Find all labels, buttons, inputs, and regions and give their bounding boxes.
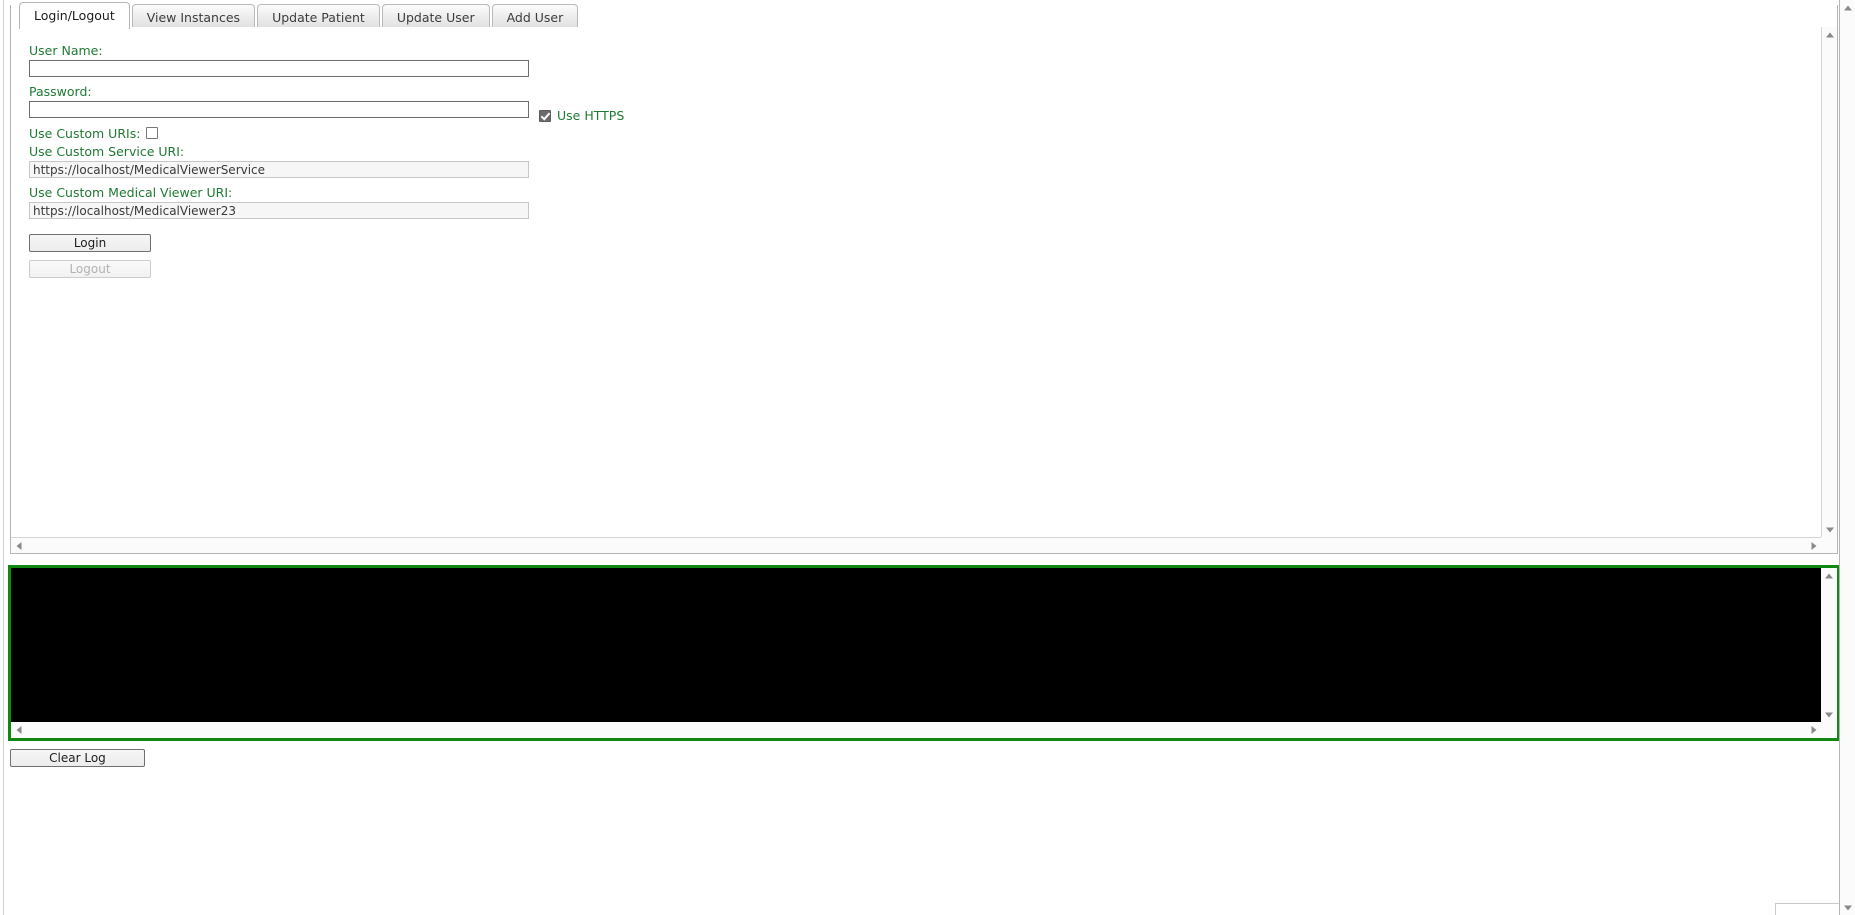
log-output[interactable] [11,568,1821,722]
log-scroll-left-button[interactable] [11,722,26,737]
tab-view-instances[interactable]: View Instances [131,4,256,29]
tab-update-patient[interactable]: Update Patient [257,4,380,29]
log-horizontal-scrollbar[interactable] [11,722,1821,738]
log-scroll-down-button[interactable] [1821,707,1836,722]
window-scroll-down-button[interactable] [1840,900,1855,915]
use-https-row: Use HTTPS [539,108,624,123]
tab-add-user[interactable]: Add User [491,4,579,29]
scroll-left-button[interactable] [11,538,26,553]
tab-strip: Login/Logout View Instances Update Patie… [11,0,1837,29]
application-window: Login/Logout View Instances Update Patie… [0,0,1855,915]
scroll-down-icon [1843,905,1852,910]
scroll-right-button[interactable] [1806,538,1821,553]
tab-label: Update User [396,10,475,25]
scroll-left-icon [16,725,21,734]
tab-label: Login/Logout [34,8,115,23]
scroll-down-icon [1824,712,1833,717]
use-custom-uris-label: Use Custom URIs: [29,125,141,141]
log-scrollbar-corner [1821,722,1837,738]
log-scroll-up-button[interactable] [1821,568,1836,583]
scroll-up-icon [1824,573,1833,578]
panel-horizontal-scrollbar[interactable] [11,537,1821,553]
use-https-checkbox[interactable] [539,109,551,122]
password-label: Password: [29,84,92,99]
logout-button[interactable]: Logout [29,260,151,278]
clear-log-button[interactable]: Clear Log [10,749,145,767]
tab-label: View Instances [146,10,241,25]
main-tab-panel: Login/Logout View Instances Update Patie… [10,2,1838,554]
use-https-label: Use HTTPS [557,108,625,123]
tab-label: Add User [506,10,564,25]
tab-update-user[interactable]: Update User [381,4,490,29]
tab-label: Update Patient [272,10,365,25]
scroll-up-icon [1825,32,1834,37]
scroll-right-icon [1811,541,1816,550]
window-left-edge [3,0,4,915]
login-button[interactable]: Login [29,234,151,252]
log-panel [8,565,1840,741]
username-input[interactable] [29,60,529,77]
password-input[interactable] [29,101,529,118]
medical-viewer-uri-label: Use Custom Medical Viewer URI: [29,185,233,200]
log-scroll-right-button[interactable] [1806,722,1821,737]
panel-vertical-scrollbar[interactable] [1821,27,1837,537]
scroll-left-icon [16,541,21,550]
window-scroll-up-button[interactable] [1840,0,1855,15]
service-uri-label: Use Custom Service URI: [29,144,185,159]
scroll-up-button[interactable] [1822,27,1837,42]
medical-viewer-uri-input[interactable] [29,202,529,219]
scroll-down-icon [1825,527,1834,532]
use-custom-uris-row: Use Custom URIs: [29,125,589,141]
username-label: User Name: [29,43,103,58]
scroll-down-button[interactable] [1822,522,1837,537]
use-custom-uris-checkbox[interactable] [146,127,159,139]
service-uri-input[interactable] [29,161,529,178]
tab-content-login-logout: User Name: Password: Use Custom URIs: Us… [11,27,1821,537]
tab-login-logout[interactable]: Login/Logout [19,2,130,29]
log-vertical-scrollbar[interactable] [1821,568,1837,722]
panel-scrollbar-corner [1821,537,1837,553]
login-form: User Name: Password: Use Custom URIs: Us… [29,43,589,278]
scroll-right-icon [1811,725,1816,734]
window-vertical-scrollbar[interactable] [1839,0,1855,915]
scroll-up-icon [1843,5,1852,10]
bottom-status-stub [1775,903,1839,915]
